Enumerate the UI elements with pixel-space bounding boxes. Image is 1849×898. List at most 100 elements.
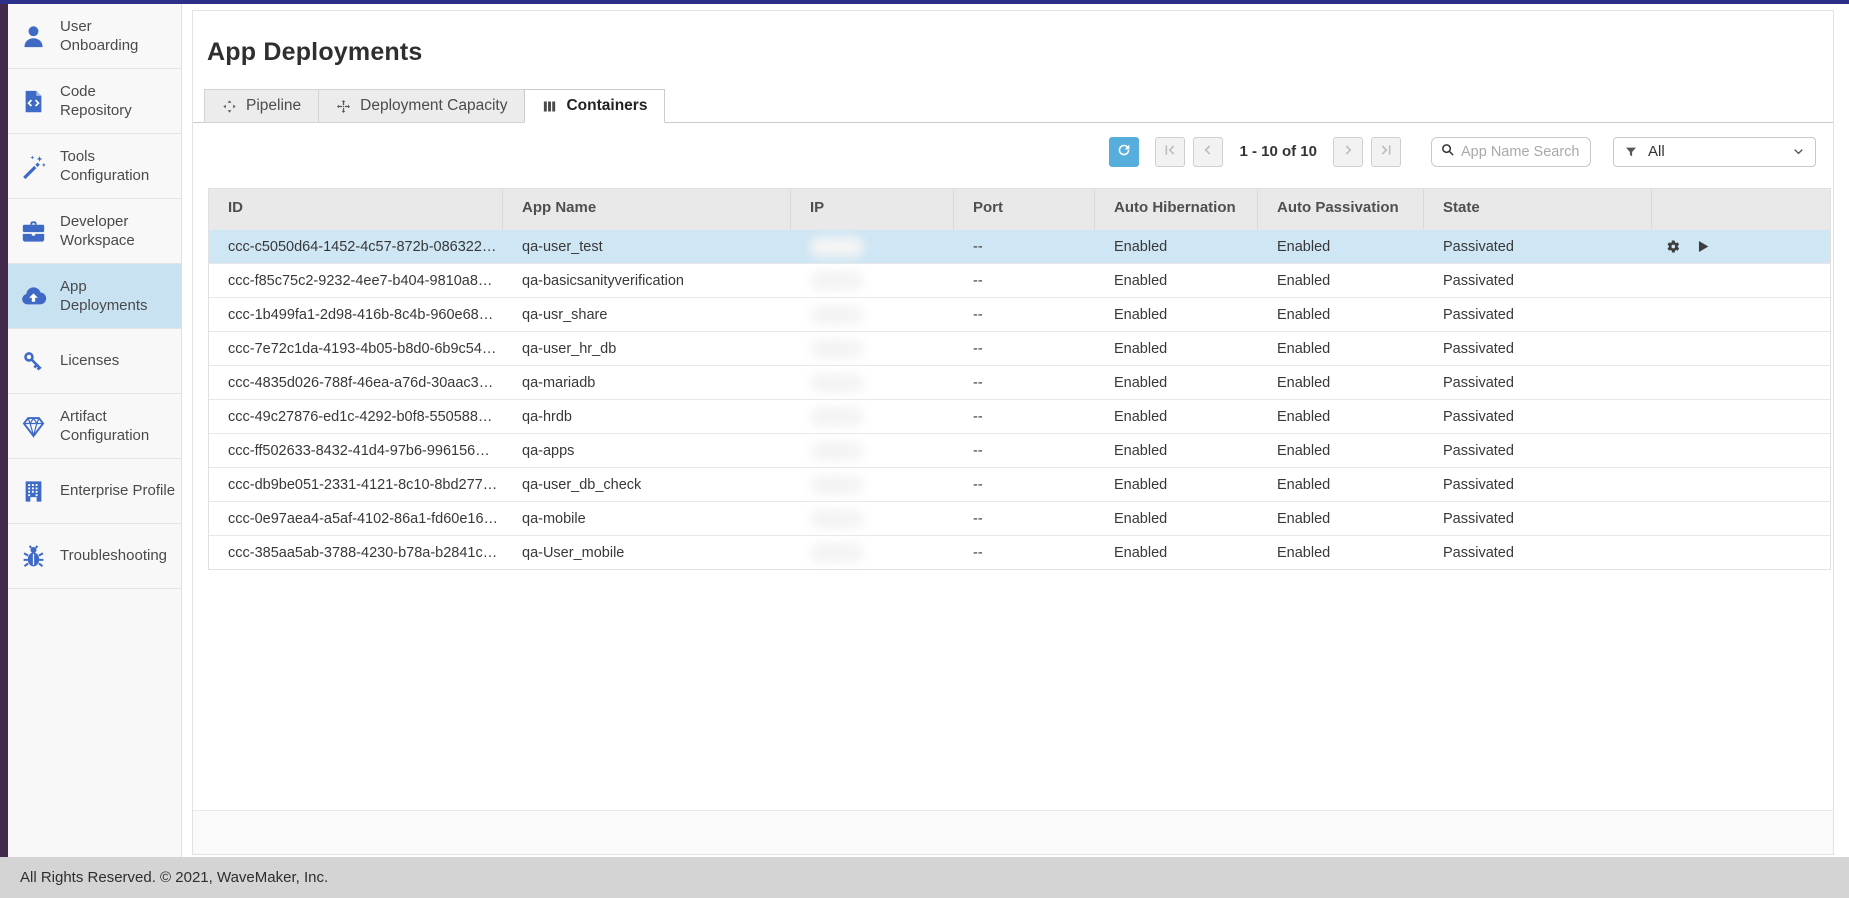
table-row[interactable]: ccc-49c27876-ed1c-4292-b0f8-550588…qa-hr… — [209, 399, 1830, 433]
tab-deployment-capacity[interactable]: Deployment Capacity — [318, 89, 525, 123]
cell-id: ccc-385aa5ab-3788-4230-b78a-b2841c… — [209, 536, 503, 569]
column-header-id: ID — [209, 189, 503, 229]
previous-page-icon — [1200, 142, 1216, 161]
cell-ip — [791, 400, 954, 433]
refresh-button[interactable] — [1109, 137, 1139, 167]
cell-actions — [1652, 400, 1830, 433]
pagination: 1 - 10 of 10 — [1155, 137, 1401, 167]
cell-auto-passivation: Enabled — [1258, 400, 1424, 433]
cell-state: Passivated — [1424, 230, 1652, 263]
sidebar-item-label: Troubleshooting — [60, 546, 167, 565]
cell-auto-passivation: Enabled — [1258, 536, 1424, 569]
cell-app-name: qa-user_hr_db — [503, 332, 791, 365]
column-header-auto_hibernation: Auto Hibernation — [1095, 189, 1258, 229]
sidebar-item-user-onboarding[interactable]: User Onboarding — [8, 4, 181, 69]
cell-app-name: qa-hrdb — [503, 400, 791, 433]
cell-actions — [1652, 502, 1830, 535]
ip-value-redacted — [810, 339, 864, 359]
copyright-text: All Rights Reserved. © 2021, WaveMaker, … — [20, 869, 328, 886]
sidebar-item-enterprise-profile[interactable]: Enterprise Profile — [8, 459, 181, 524]
sidebar-item-artifact-configuration[interactable]: Artifact Configuration — [8, 394, 181, 459]
previous-page-button[interactable] — [1193, 137, 1223, 167]
first-page-button[interactable] — [1155, 137, 1185, 167]
cell-actions — [1652, 298, 1830, 331]
column-header-app_name: App Name — [503, 189, 791, 229]
cell-actions — [1652, 536, 1830, 569]
card-bottom-strip — [193, 810, 1833, 854]
cell-auto-passivation: Enabled — [1258, 468, 1424, 501]
cell-id: ccc-4835d026-788f-46ea-a76d-30aac3… — [209, 366, 503, 399]
sidebar-item-developer-workspace[interactable]: Developer Workspace — [8, 199, 181, 264]
table-body: ccc-c5050d64-1452-4c57-872b-086322… qa-us… — [209, 229, 1830, 569]
cell-state: Passivated — [1424, 502, 1652, 535]
cell-auto-hibernation: Enabled — [1095, 332, 1258, 365]
cell-auto-hibernation: Enabled — [1095, 400, 1258, 433]
page-title: App Deployments — [207, 38, 1833, 67]
cell-auto-passivation: Enabled — [1258, 332, 1424, 365]
sidebar-item-app-deployments[interactable]: App Deployments — [8, 264, 181, 329]
table-row[interactable]: ccc-7e72c1da-4193-4b05-b8d0-6b9c54…qa-us… — [209, 331, 1830, 365]
tab-containers[interactable]: Containers — [524, 89, 665, 123]
table-row[interactable]: ccc-c5050d64-1452-4c57-872b-086322…qa-us… — [209, 229, 1830, 263]
next-page-icon — [1340, 142, 1356, 161]
table-row[interactable]: ccc-1b499fa1-2d98-416b-8c4b-960e68…qa-us… — [209, 297, 1830, 331]
table-row[interactable]: ccc-0e97aea4-a5af-4102-86a1-fd60e16…qa-m… — [209, 501, 1830, 535]
user-icon — [19, 22, 47, 50]
sidebar-item-label: Developer Workspace — [60, 212, 135, 250]
next-page-button[interactable] — [1333, 137, 1363, 167]
sidebar-item-licenses[interactable]: Licenses — [8, 329, 181, 394]
cell-actions — [1652, 264, 1830, 297]
sidebar-menu: User OnboardingCode Repository Tools Conf… — [8, 4, 181, 857]
table-row[interactable]: ccc-db9be051-2331-4121-8c10-8bd277…qa-us… — [209, 467, 1830, 501]
cell-auto-passivation: Enabled — [1258, 366, 1424, 399]
ip-value-redacted — [810, 237, 864, 257]
table-row[interactable]: ccc-385aa5ab-3788-4230-b78a-b2841c…qa-Us… — [209, 535, 1830, 569]
filter-select[interactable]: All — [1613, 137, 1816, 167]
run-button[interactable] — [1694, 238, 1711, 255]
column-header-state: State — [1424, 189, 1652, 229]
tab-pipeline[interactable]: Pipeline — [204, 89, 319, 123]
cell-id: ccc-c5050d64-1452-4c57-872b-086322… — [209, 230, 503, 263]
containers-table: IDApp NameIPPortAuto HibernationAuto Pas… — [208, 188, 1831, 570]
tab-label: Deployment Capacity — [360, 97, 507, 115]
cell-app-name: qa-User_mobile — [503, 536, 791, 569]
cell-state: Passivated — [1424, 468, 1652, 501]
cell-port: -- — [954, 264, 1095, 297]
table-row[interactable]: ccc-ff502633-8432-41d4-97b6-996156…qa-ap… — [209, 433, 1830, 467]
search-input[interactable] — [1461, 144, 1579, 160]
column-header-port: Port — [954, 189, 1095, 229]
cell-actions — [1652, 434, 1830, 467]
column-header-auto_passivation: Auto Passivation — [1258, 189, 1424, 229]
tab-label: Containers — [566, 97, 647, 115]
ip-value-redacted — [810, 475, 864, 495]
cell-ip — [791, 468, 954, 501]
cell-port: -- — [954, 400, 1095, 433]
ip-value-redacted — [810, 271, 864, 291]
settings-button[interactable] — [1664, 238, 1681, 255]
last-page-icon — [1378, 142, 1394, 161]
cell-auto-hibernation: Enabled — [1095, 230, 1258, 263]
cell-auto-passivation: Enabled — [1258, 230, 1424, 263]
cell-id: ccc-7e72c1da-4193-4b05-b8d0-6b9c54… — [209, 332, 503, 365]
sidebar-item-label: Tools Configuration — [60, 147, 149, 185]
sidebar-item-label: Enterprise Profile — [60, 481, 175, 500]
cell-state: Passivated — [1424, 366, 1652, 399]
app-name-search — [1431, 137, 1591, 167]
cell-auto-passivation: Enabled — [1258, 298, 1424, 331]
pipeline-icon — [222, 99, 237, 114]
table-row[interactable]: ccc-f85c75c2-9232-4ee7-b404-9810a8…qa-ba… — [209, 263, 1830, 297]
sidebar-item-troubleshooting[interactable]: Troubleshooting — [8, 524, 181, 589]
cell-port: -- — [954, 434, 1095, 467]
cell-port: -- — [954, 230, 1095, 263]
ip-value-redacted — [810, 543, 864, 563]
sidebar-item-tools-configuration[interactable]: Tools Configuration — [8, 134, 181, 199]
table-row[interactable]: ccc-4835d026-788f-46ea-a76d-30aac3…qa-ma… — [209, 365, 1830, 399]
cell-ip — [791, 502, 954, 535]
cell-id: ccc-1b499fa1-2d98-416b-8c4b-960e68… — [209, 298, 503, 331]
sidebar-item-code-repository[interactable]: Code Repository — [8, 69, 181, 134]
first-page-icon — [1162, 142, 1178, 161]
cell-id: ccc-db9be051-2331-4121-8c10-8bd277… — [209, 468, 503, 501]
pagination-range: 1 - 10 of 10 — [1239, 143, 1317, 160]
last-page-button[interactable] — [1371, 137, 1401, 167]
cell-ip — [791, 434, 954, 467]
